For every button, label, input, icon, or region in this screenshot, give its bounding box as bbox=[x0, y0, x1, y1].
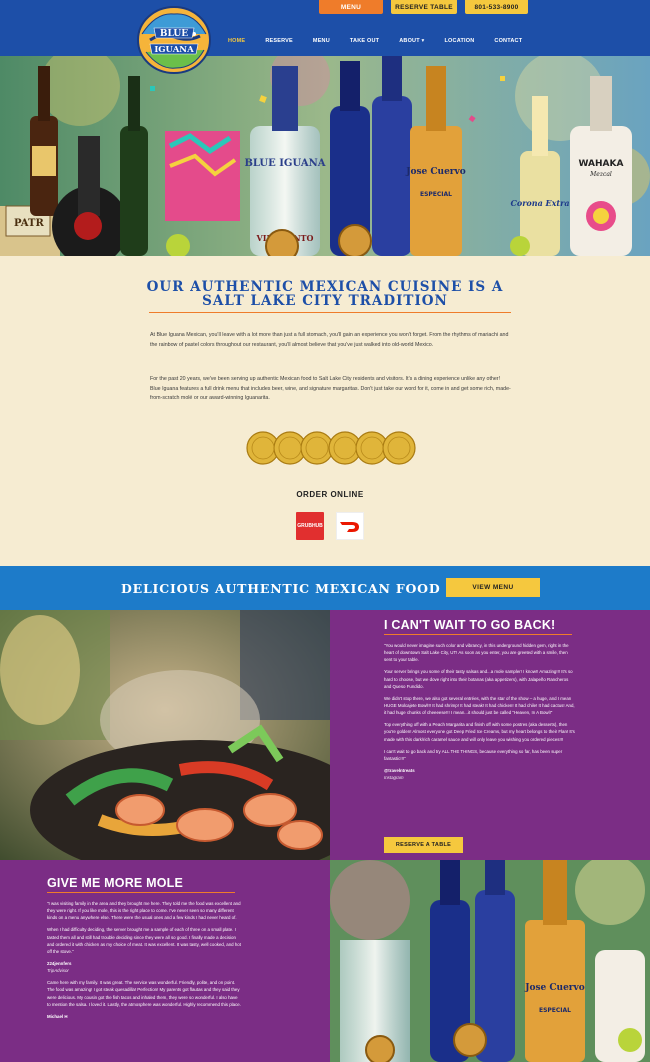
review-1-paragraph: Your server brings you some of their tas… bbox=[384, 669, 573, 689]
intro-paragraph-1: At Blue Iguana Mexican, you'll leave wit… bbox=[150, 332, 509, 348]
doordash-icon bbox=[340, 522, 359, 532]
review-2-divider bbox=[47, 892, 235, 893]
review-1-heading: I CAN'T WAIT TO GO BACK! bbox=[384, 618, 556, 632]
review-2-author-2: Michael H bbox=[47, 1013, 68, 1019]
fajita-illustration bbox=[0, 610, 330, 860]
review-2-paragraph: "I was visiting family in the area and t… bbox=[47, 901, 241, 921]
doordash-link[interactable] bbox=[336, 512, 364, 540]
menu-banner: DELICIOUS AUTHENTIC MEXICAN FOOD VIEW ME… bbox=[0, 566, 650, 610]
review-1-divider bbox=[384, 634, 572, 635]
blue-iguana-logo[interactable]: BLUE IGUANA bbox=[136, 4, 212, 76]
review-2-paragraph: When I had difficulty deciding, the serv… bbox=[47, 927, 241, 955]
review-card-2: GIVE ME MORE MOLE "I was visiting family… bbox=[0, 860, 330, 1062]
award-medals bbox=[246, 431, 416, 465]
review-1-source: Instagram bbox=[384, 775, 404, 781]
review-2-source: TripAdvisor bbox=[47, 968, 69, 974]
order-online-heading: ORDER ONLINE bbox=[296, 490, 364, 499]
intro-section: OUR AUTHENTIC MEXICAN CUISINE IS A SALT … bbox=[0, 256, 650, 566]
hero-label-mezcal: Mezcal bbox=[589, 171, 612, 178]
fajita-image bbox=[0, 610, 330, 860]
review-card-1: I CAN'T WAIT TO GO BACK! "You would neve… bbox=[330, 610, 650, 860]
review-2-body: "I was visiting family in the area and t… bbox=[47, 900, 241, 1020]
hero-label-jose-cuervo: Jose Cuervo bbox=[405, 167, 466, 177]
review-2-author: 224jennfers bbox=[47, 961, 72, 967]
review-1-paragraph: Top everything off with a Peach Margarit… bbox=[384, 722, 575, 742]
bottles-illustration: Jose Cuervo ESPECIAL bbox=[330, 860, 650, 1062]
intro-heading: OUR AUTHENTIC MEXICAN CUISINE IS A SALT … bbox=[125, 280, 525, 308]
logo-text-blue: BLUE bbox=[160, 29, 188, 39]
menu-button[interactable]: MENU bbox=[319, 0, 383, 14]
review-2-heading: GIVE ME MORE MOLE bbox=[47, 876, 184, 890]
review-1-paragraph: I can't wait to go back and try ALL THE … bbox=[384, 748, 563, 761]
hero-label-corona: Corona Extra bbox=[511, 198, 570, 208]
hero-label-patron: PATR bbox=[14, 218, 44, 229]
nav-take-out[interactable]: TAKE OUT bbox=[340, 38, 389, 44]
view-menu-button[interactable]: VIEW MENU bbox=[446, 578, 540, 597]
review-1-author: @travelntreats bbox=[384, 767, 415, 773]
review-1-paragraph: "You would never imagine such color and … bbox=[384, 643, 569, 663]
chevron-down-icon: ▾ bbox=[421, 38, 425, 44]
reserve-a-table-button[interactable]: RESERVE A TABLE bbox=[384, 837, 463, 853]
page: MENU RESERVE TABLE 801-533-8900 HOME RES… bbox=[0, 0, 650, 1062]
hero-label-blue-iguana: BLUE IGUANA bbox=[244, 158, 325, 169]
bottles-image: Jose Cuervo ESPECIAL bbox=[330, 860, 650, 1062]
nav-home[interactable]: HOME bbox=[218, 38, 255, 44]
main-nav: HOME RESERVE MENU TAKE OUT ABOUT ▾ LOCAT… bbox=[218, 38, 532, 44]
nav-about-label: ABOUT bbox=[399, 38, 420, 44]
reserve-table-button[interactable]: RESERVE TABLE bbox=[391, 0, 457, 14]
phone-button[interactable]: 801-533-8900 bbox=[465, 0, 528, 14]
intro-heading-line2: SALT LAKE CITY TRADITION bbox=[202, 293, 448, 309]
top-buttons: MENU RESERVE TABLE 801-533-8900 bbox=[319, 0, 528, 14]
intro-divider bbox=[149, 312, 511, 313]
hero-label-especial: ESPECIAL bbox=[420, 191, 452, 198]
banner-heading: DELICIOUS AUTHENTIC MEXICAN FOOD bbox=[121, 581, 441, 596]
review-1-paragraph: We didn't stop there, we also got severa… bbox=[384, 695, 575, 716]
hero-image: PATR BLUE IGUANA VINO TINTO bbox=[0, 56, 650, 256]
bottles-label-jose-cuervo: Jose Cuervo bbox=[524, 983, 585, 993]
bottles-label-especial: ESPECIAL bbox=[539, 1007, 571, 1014]
site-header: MENU RESERVE TABLE 801-533-8900 HOME RES… bbox=[0, 0, 650, 56]
nav-menu[interactable]: MENU bbox=[303, 38, 340, 44]
grubhub-link[interactable]: GRUBHUB bbox=[296, 512, 324, 540]
intro-paragraph-2: For the past 20 years, we've been servin… bbox=[150, 376, 511, 402]
nav-location[interactable]: LOCATION bbox=[434, 38, 484, 44]
intro-heading-line1: OUR AUTHENTIC MEXICAN CUISINE IS A bbox=[146, 279, 504, 295]
nav-reserve[interactable]: RESERVE bbox=[255, 38, 303, 44]
logo-text-iguana: IGUANA bbox=[154, 45, 194, 55]
hero-label-wahaka: WAHAKA bbox=[579, 159, 624, 169]
review-2-paragraph-3: Came here with my family. It was great. … bbox=[47, 980, 241, 1007]
review-1-body: "You would never imagine such color and … bbox=[384, 642, 576, 781]
nav-about[interactable]: ABOUT ▾ bbox=[389, 38, 434, 44]
nav-contact[interactable]: CONTACT bbox=[484, 38, 532, 44]
hero-bottles-illustration: PATR BLUE IGUANA VINO TINTO bbox=[0, 56, 650, 256]
